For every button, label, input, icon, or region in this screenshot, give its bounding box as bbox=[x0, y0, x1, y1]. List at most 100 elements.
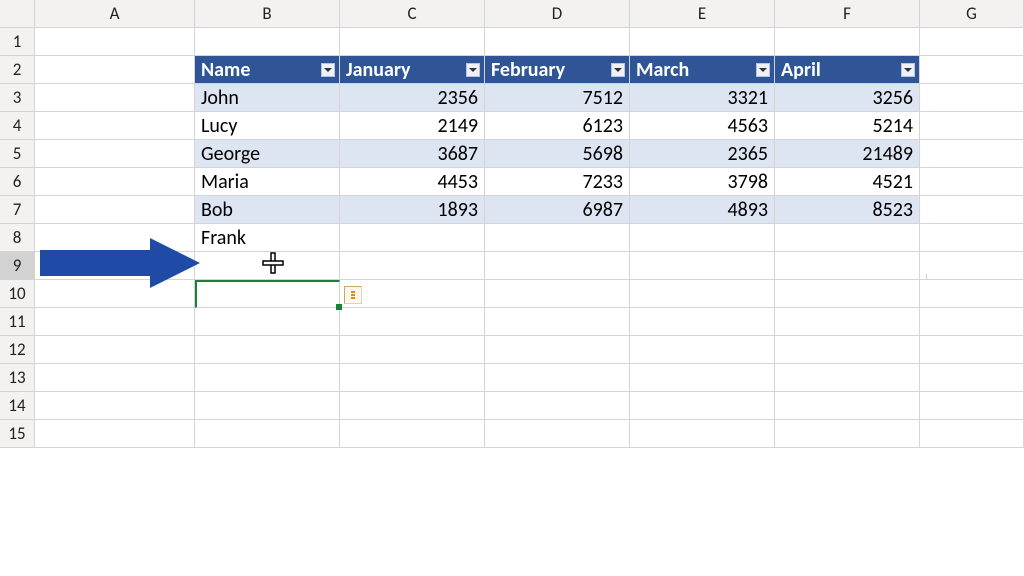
row-header-12[interactable]: 12 bbox=[0, 336, 35, 364]
cell-B14[interactable] bbox=[195, 392, 340, 420]
row-header-6[interactable]: 6 bbox=[0, 168, 35, 196]
row-header-2[interactable]: 2 bbox=[0, 56, 35, 84]
cell-B7[interactable]: Bob bbox=[195, 196, 340, 224]
cell-A2[interactable] bbox=[35, 56, 195, 84]
cell-F12[interactable] bbox=[775, 336, 920, 364]
cell-A5[interactable] bbox=[35, 140, 195, 168]
autofill-options-icon[interactable] bbox=[344, 286, 362, 304]
cell-D15[interactable] bbox=[485, 420, 630, 448]
cell-B5[interactable]: George bbox=[195, 140, 340, 168]
cell-F9[interactable] bbox=[775, 252, 920, 280]
cell-C13[interactable] bbox=[340, 364, 485, 392]
table-header-name[interactable]: Name bbox=[195, 56, 340, 84]
table-header-january[interactable]: January bbox=[340, 56, 485, 84]
cell-G1[interactable] bbox=[920, 28, 1024, 56]
cell-E4[interactable]: 4563 bbox=[630, 112, 775, 140]
cell-D6[interactable]: 7233 bbox=[485, 168, 630, 196]
row-header-5[interactable]: 5 bbox=[0, 140, 35, 168]
cell-G8[interactable] bbox=[920, 224, 1024, 252]
filter-dropdown-icon[interactable] bbox=[901, 63, 915, 77]
table-header-february[interactable]: February bbox=[485, 56, 630, 84]
cell-C12[interactable] bbox=[340, 336, 485, 364]
cell-F5[interactable]: 21489 bbox=[775, 140, 920, 168]
cell-F10[interactable] bbox=[775, 280, 920, 308]
row-header-7[interactable]: 7 bbox=[0, 196, 35, 224]
filter-dropdown-icon[interactable] bbox=[611, 63, 625, 77]
cell-A3[interactable] bbox=[35, 84, 195, 112]
cell-E5[interactable]: 2365 bbox=[630, 140, 775, 168]
col-header-D[interactable]: D bbox=[485, 0, 630, 28]
cell-B1[interactable] bbox=[195, 28, 340, 56]
table-header-april[interactable]: April bbox=[775, 56, 920, 84]
cell-F13[interactable] bbox=[775, 364, 920, 392]
row-header-4[interactable]: 4 bbox=[0, 112, 35, 140]
cell-E8[interactable] bbox=[630, 224, 775, 252]
cell-F14[interactable] bbox=[775, 392, 920, 420]
cell-D10[interactable] bbox=[485, 280, 630, 308]
cell-B6[interactable]: Maria bbox=[195, 168, 340, 196]
cell-C5[interactable]: 3687 bbox=[340, 140, 485, 168]
cell-E12[interactable] bbox=[630, 336, 775, 364]
cell-C14[interactable] bbox=[340, 392, 485, 420]
cell-A14[interactable] bbox=[35, 392, 195, 420]
col-header-B[interactable]: B bbox=[195, 0, 340, 28]
row-header-15[interactable]: 15 bbox=[0, 420, 35, 448]
col-header-G[interactable]: G bbox=[920, 0, 1024, 28]
cell-F1[interactable] bbox=[775, 28, 920, 56]
cell-A11[interactable] bbox=[35, 308, 195, 336]
col-header-C[interactable]: C bbox=[340, 0, 485, 28]
cell-F7[interactable]: 8523 bbox=[775, 196, 920, 224]
row-header-9[interactable]: 9 bbox=[0, 252, 35, 280]
cell-F4[interactable]: 5214 bbox=[775, 112, 920, 140]
filter-dropdown-icon[interactable] bbox=[756, 63, 770, 77]
cell-E9[interactable] bbox=[630, 252, 775, 280]
cell-E10[interactable] bbox=[630, 280, 775, 308]
cell-C6[interactable]: 4453 bbox=[340, 168, 485, 196]
cell-C9[interactable] bbox=[340, 252, 485, 280]
cell-B13[interactable] bbox=[195, 364, 340, 392]
cell-G9[interactable] bbox=[920, 252, 1024, 280]
col-header-E[interactable]: E bbox=[630, 0, 775, 28]
cell-D8[interactable] bbox=[485, 224, 630, 252]
cell-B11[interactable] bbox=[195, 308, 340, 336]
cell-G14[interactable] bbox=[920, 392, 1024, 420]
cell-F8[interactable] bbox=[775, 224, 920, 252]
cell-B8[interactable]: Frank bbox=[195, 224, 340, 252]
cell-G13[interactable] bbox=[920, 364, 1024, 392]
cell-G5[interactable] bbox=[920, 140, 1024, 168]
cell-C3[interactable]: 2356 bbox=[340, 84, 485, 112]
cell-B15[interactable] bbox=[195, 420, 340, 448]
cell-F3[interactable]: 3256 bbox=[775, 84, 920, 112]
row-header-14[interactable]: 14 bbox=[0, 392, 35, 420]
cell-G3[interactable] bbox=[920, 84, 1024, 112]
cell-B10[interactable] bbox=[195, 280, 340, 308]
cell-A4[interactable] bbox=[35, 112, 195, 140]
cell-D12[interactable] bbox=[485, 336, 630, 364]
cell-A15[interactable] bbox=[35, 420, 195, 448]
cell-D3[interactable]: 7512 bbox=[485, 84, 630, 112]
cell-A13[interactable] bbox=[35, 364, 195, 392]
cell-G2[interactable] bbox=[920, 56, 1024, 84]
cell-D13[interactable] bbox=[485, 364, 630, 392]
cell-E15[interactable] bbox=[630, 420, 775, 448]
row-header-10[interactable]: 10 bbox=[0, 280, 35, 308]
cell-C11[interactable] bbox=[340, 308, 485, 336]
table-resize-handle[interactable] bbox=[914, 274, 927, 280]
cell-E6[interactable]: 3798 bbox=[630, 168, 775, 196]
cell-E14[interactable] bbox=[630, 392, 775, 420]
row-header-8[interactable]: 8 bbox=[0, 224, 35, 252]
cell-G12[interactable] bbox=[920, 336, 1024, 364]
cell-E1[interactable] bbox=[630, 28, 775, 56]
cell-B12[interactable] bbox=[195, 336, 340, 364]
col-header-F[interactable]: F bbox=[775, 0, 920, 28]
cell-C8[interactable] bbox=[340, 224, 485, 252]
cell-E7[interactable]: 4893 bbox=[630, 196, 775, 224]
cell-G7[interactable] bbox=[920, 196, 1024, 224]
cell-D7[interactable]: 6987 bbox=[485, 196, 630, 224]
cell-G4[interactable] bbox=[920, 112, 1024, 140]
table-header-march[interactable]: March bbox=[630, 56, 775, 84]
cell-A12[interactable] bbox=[35, 336, 195, 364]
cell-F6[interactable]: 4521 bbox=[775, 168, 920, 196]
row-header-13[interactable]: 13 bbox=[0, 364, 35, 392]
row-header-11[interactable]: 11 bbox=[0, 308, 35, 336]
